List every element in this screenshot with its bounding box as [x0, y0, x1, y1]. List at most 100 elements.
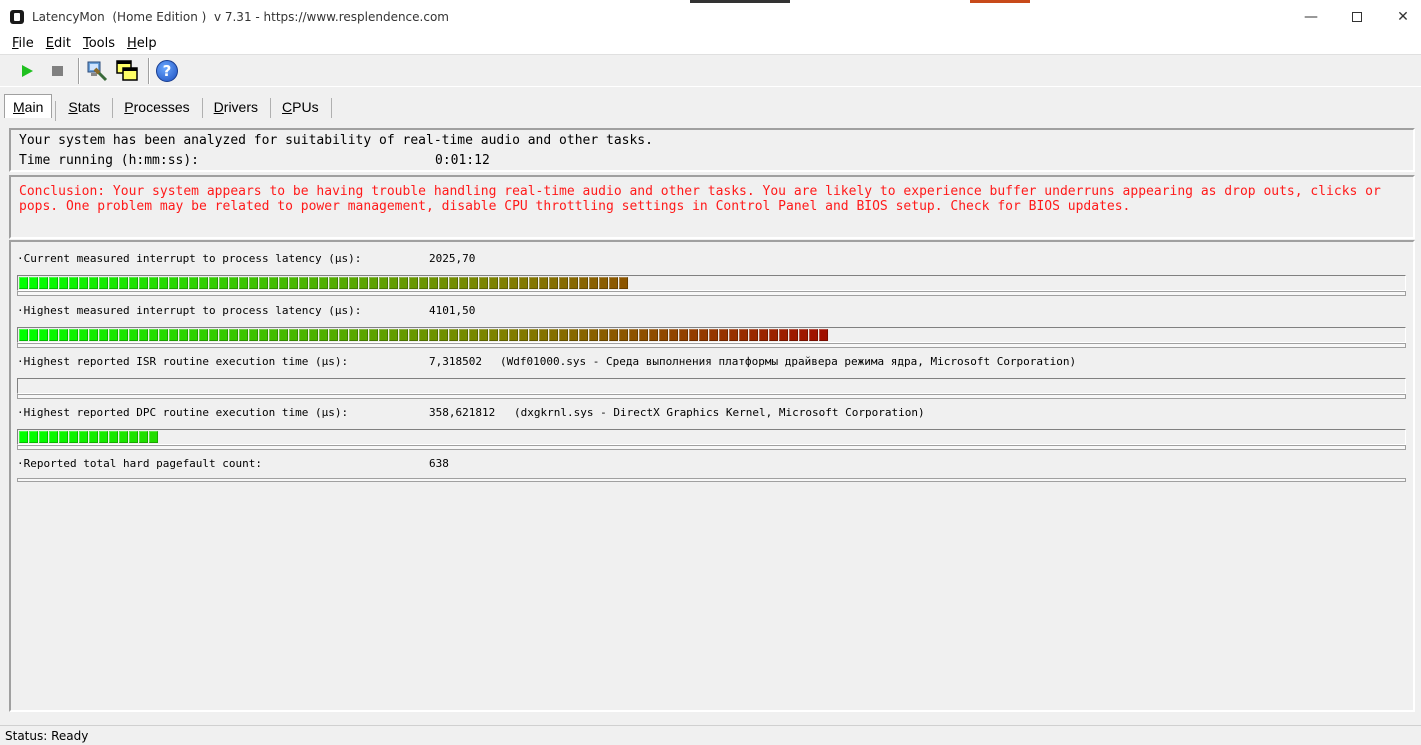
bar-segment — [299, 329, 308, 341]
isr-time-value: 7,318502 — [429, 355, 482, 368]
bar-segment — [99, 329, 108, 341]
title-bar: LatencyMon (Home Edition ) v 7.31 - http… — [0, 0, 1421, 33]
start-button[interactable] — [14, 58, 40, 84]
menu-tools[interactable]: Tools — [77, 36, 121, 51]
menu-edit[interactable]: Edit — [40, 36, 77, 51]
bar-segment — [549, 329, 558, 341]
copy-windows-icon — [116, 60, 138, 81]
help-button[interactable]: ? — [154, 58, 180, 84]
bar-segment — [699, 329, 708, 341]
bar-segment — [189, 329, 198, 341]
bar-segment — [369, 277, 378, 289]
bar-segment — [809, 329, 818, 341]
help-icon: ? — [156, 60, 178, 82]
bar-segment — [309, 277, 318, 289]
bar-segment — [479, 329, 488, 341]
bar-segment — [559, 329, 568, 341]
hardware-icon — [87, 61, 108, 82]
bar-segment — [79, 277, 88, 289]
bar-segment — [179, 277, 188, 289]
bar-segment — [579, 277, 588, 289]
bar-segment — [479, 277, 488, 289]
bar-segment — [519, 277, 528, 289]
dpc-time-bar-fill — [19, 431, 159, 443]
bar-segment — [299, 277, 308, 289]
bar-segment — [229, 277, 238, 289]
current-latency-value: 2025,70 — [429, 252, 476, 265]
stop-button[interactable] — [44, 58, 70, 84]
tab-stats[interactable]: Stats — [60, 92, 114, 122]
bar-segment — [469, 277, 478, 289]
bar-segment — [369, 329, 378, 341]
menu-help[interactable]: Help — [121, 36, 163, 51]
bar-segment — [49, 431, 58, 443]
bar-segment — [509, 277, 518, 289]
bar-segment — [749, 329, 758, 341]
bar-segment — [239, 277, 248, 289]
bar-segment — [709, 329, 718, 341]
summary-text: Your system has been analyzed for suitab… — [19, 133, 653, 148]
bar-segment — [639, 329, 648, 341]
bar-segment — [149, 431, 158, 443]
bar-segment — [79, 329, 88, 341]
bar-segment — [219, 329, 228, 341]
bar-segment — [109, 431, 118, 443]
status-bar: Status: Ready — [0, 725, 1421, 745]
bar-segment — [569, 277, 578, 289]
maximize-button[interactable] — [1334, 0, 1380, 33]
toolbar: ? — [0, 56, 1421, 87]
pagefault-value: 638 — [429, 457, 449, 470]
bar-segment — [119, 329, 128, 341]
menu-bar: File Edit Tools Help — [0, 33, 1421, 55]
dpc-driver-info: (dxgkrnl.sys - DirectX Graphics Kernel, … — [514, 406, 925, 419]
bar-segment — [529, 329, 538, 341]
pagefault-separator — [17, 478, 1406, 482]
summary-panel: Your system has been analyzed for suitab… — [9, 128, 1415, 172]
bar-segment — [259, 329, 268, 341]
bar-segment — [39, 431, 48, 443]
app-icon — [10, 9, 24, 24]
bar-segment — [529, 277, 538, 289]
bar-segment — [579, 329, 588, 341]
bar-segment — [49, 329, 58, 341]
bar-segment — [359, 277, 368, 289]
bar-segment — [499, 329, 508, 341]
highest-latency-label: ·Highest measured interrupt to process l… — [17, 304, 362, 317]
tab-drivers[interactable]: Drivers — [206, 92, 272, 122]
bar-segment — [229, 329, 238, 341]
dpc-time-bar — [17, 429, 1406, 450]
bar-segment — [659, 329, 668, 341]
bar-segment — [289, 277, 298, 289]
bar-segment — [549, 277, 558, 289]
bar-segment — [359, 329, 368, 341]
bar-segment — [169, 277, 178, 289]
bar-segment — [29, 277, 38, 289]
bar-segment — [269, 277, 278, 289]
bar-segment — [799, 329, 808, 341]
time-running-value: 0:01:12 — [435, 153, 490, 168]
tab-main[interactable]: Main — [4, 94, 57, 121]
bar-segment — [409, 329, 418, 341]
conclusion-panel: Conclusion: Your system appears to be ha… — [9, 175, 1415, 239]
hardware-button[interactable] — [84, 58, 110, 84]
start-icon — [21, 65, 33, 77]
tab-cpus[interactable]: CPUs — [274, 92, 332, 122]
copy-windows-button[interactable] — [114, 58, 140, 84]
bar-segment — [429, 277, 438, 289]
bar-segment — [429, 329, 438, 341]
bar-segment — [19, 277, 28, 289]
bar-segment — [569, 329, 578, 341]
tab-processes[interactable]: Processes — [116, 92, 204, 122]
bar-segment — [379, 329, 388, 341]
minimize-button[interactable]: — — [1288, 0, 1334, 33]
bar-segment — [159, 277, 168, 289]
bar-segment — [149, 329, 158, 341]
bar-segment — [629, 329, 638, 341]
bar-segment — [559, 277, 568, 289]
menu-file[interactable]: File — [6, 36, 40, 51]
background-strip-2 — [970, 0, 1030, 3]
bar-segment — [499, 277, 508, 289]
bar-segment — [259, 277, 268, 289]
close-button[interactable]: ✕ — [1380, 0, 1421, 33]
bar-segment — [519, 329, 528, 341]
